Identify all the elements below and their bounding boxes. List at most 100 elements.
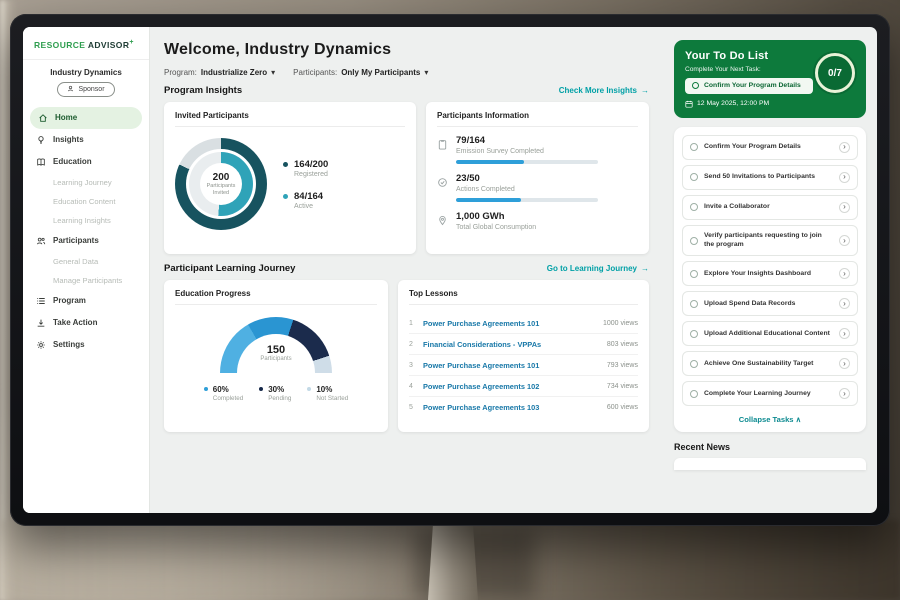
chevron-down-icon: ▾ (271, 68, 275, 77)
task-row-upload-spend-data[interactable]: Upload Spend Data Records › (682, 291, 858, 316)
chevron-right-icon[interactable]: › (839, 388, 850, 399)
sidebar-item-label: Program (53, 296, 86, 305)
todo-summary-card: Your To Do List 0/7 Complete Your Next T… (674, 40, 866, 118)
lesson-title-link[interactable]: Power Purchase Agreements 101 (423, 361, 600, 370)
map-pin-icon (437, 213, 448, 224)
lesson-rank: 3 (409, 362, 416, 369)
lesson-views: 1000 views (603, 320, 638, 327)
list-icon (36, 296, 46, 306)
donut-center-label: Participants Invited (204, 183, 238, 196)
task-row-confirm-program[interactable]: Confirm Your Program Details › (682, 135, 858, 160)
emission-survey-row: 79/164 Emission Survey Completed (437, 135, 638, 164)
chevron-right-icon[interactable]: › (839, 235, 850, 246)
lesson-title-link[interactable]: Financial Considerations - VPPAs (423, 340, 600, 349)
sidebar: RESOURCE ADVISOR+ Industry Dynamics Spon… (23, 27, 150, 513)
legend-label: Pending (268, 395, 291, 402)
task-checkbox-icon[interactable] (690, 143, 698, 151)
task-checkbox-icon[interactable] (690, 330, 698, 338)
sidebar-item-settings[interactable]: Settings (23, 334, 149, 356)
section-title: Program Insights (164, 85, 242, 96)
sidebar-item-education-content[interactable]: Education Content (23, 192, 149, 211)
task-label: Achieve One Sustainability Target (704, 360, 833, 369)
sidebar-item-manage-participants[interactable]: Manage Participants (23, 271, 149, 290)
invited-participants-card: Invited Participants 200 Participants In… (164, 102, 416, 254)
lesson-views: 803 views (607, 341, 638, 348)
page-title: Welcome, Industry Dynamics (164, 41, 649, 59)
sponsor-badge[interactable]: Sponsor (57, 82, 114, 97)
recent-news-card (674, 458, 866, 470)
chevron-right-icon[interactable]: › (839, 268, 850, 279)
link-label: Check More Insights (559, 86, 637, 95)
chevron-down-icon: ▾ (424, 68, 428, 77)
sidebar-item-learning-insights[interactable]: Learning Insights (23, 211, 149, 230)
arrow-right-icon: → (641, 86, 649, 95)
participants-information-card: Participants Information 79/164 Emission… (426, 102, 649, 254)
monitor-stand (428, 524, 478, 600)
chevron-right-icon[interactable]: › (839, 202, 850, 213)
logo-plus: + (129, 39, 134, 46)
task-row-send-invitations[interactable]: Send 50 Invitations to Participants › (682, 165, 858, 190)
info-label: Total Global Consumption (456, 224, 536, 231)
sidebar-item-home[interactable]: Home (30, 107, 142, 129)
go-to-learning-journey-link[interactable]: Go to Learning Journey → (547, 264, 649, 273)
next-task-chip[interactable]: Confirm Your Program Details (685, 78, 813, 94)
lesson-title-link[interactable]: Power Purchase Agreements 102 (423, 382, 600, 391)
sidebar-item-general-data[interactable]: General Data (23, 252, 149, 271)
legend-label: Active (294, 203, 328, 210)
learning-cards-row: Education Progress 150 Participants (164, 280, 649, 432)
link-label: Go to Learning Journey (547, 264, 637, 273)
task-row-explore-insights[interactable]: Explore Your Insights Dashboard › (682, 261, 858, 286)
task-label: Upload Additional Educational Content (704, 330, 833, 339)
check-more-insights-link[interactable]: Check More Insights → (559, 86, 649, 95)
progress-fill (456, 160, 524, 164)
gear-icon (36, 340, 46, 350)
app-logo: RESOURCE ADVISOR+ (23, 39, 149, 60)
program-filter-dropdown[interactable]: Program: Industrialize Zero ▾ (164, 68, 275, 77)
chevron-right-icon[interactable]: › (839, 172, 850, 183)
sidebar-item-participants[interactable]: Participants (23, 230, 149, 252)
participants-filter-dropdown[interactable]: Participants: Only My Participants ▾ (293, 68, 428, 77)
task-checkbox-icon (692, 82, 699, 89)
sidebar-item-program[interactable]: Program (23, 290, 149, 312)
task-checkbox-icon[interactable] (690, 270, 698, 278)
task-checkbox-icon[interactable] (690, 237, 698, 245)
participants-filter-label: Participants: (293, 68, 337, 77)
chevron-right-icon[interactable]: › (839, 328, 850, 339)
sidebar-item-label: Settings (53, 340, 85, 349)
sidebar-item-take-action[interactable]: Take Action (23, 312, 149, 334)
sidebar-item-education[interactable]: Education (23, 151, 149, 173)
lesson-title-link[interactable]: Power Purchase Agreements 101 (423, 319, 596, 328)
chevron-right-icon[interactable]: › (839, 142, 850, 153)
task-row-upload-educational-content[interactable]: Upload Additional Educational Content › (682, 321, 858, 346)
actions-completed-row: 23/50 Actions Completed (437, 173, 638, 202)
task-checkbox-icon[interactable] (690, 203, 698, 211)
sidebar-item-label: Take Action (53, 318, 97, 327)
task-checkbox-icon[interactable] (690, 390, 698, 398)
collapse-tasks-link[interactable]: Collapse Tasks ∧ (682, 411, 858, 428)
legend-value: 10% (316, 385, 348, 394)
task-row-verify-participants[interactable]: Verify participants requesting to join t… (682, 225, 858, 257)
chevron-right-icon[interactable]: › (839, 358, 850, 369)
sidebar-item-label: Insights (53, 135, 84, 144)
card-title: Top Lessons (409, 289, 638, 305)
chevron-right-icon[interactable]: › (839, 298, 850, 309)
legend-value: 60% (213, 385, 243, 394)
task-checkbox-icon[interactable] (690, 300, 698, 308)
emission-progress-bar (456, 160, 598, 164)
task-checkbox-icon[interactable] (690, 360, 698, 368)
lesson-title-link[interactable]: Power Purchase Agreements 103 (423, 403, 600, 412)
task-row-invite-collaborator[interactable]: Invite a Collaborator › (682, 195, 858, 220)
sidebar-item-insights[interactable]: Insights (23, 129, 149, 151)
task-label: Complete Your Learning Journey (704, 390, 833, 399)
task-row-complete-learning-journey[interactable]: Complete Your Learning Journey › (682, 381, 858, 406)
card-title: Participants Information (437, 111, 638, 127)
dashboard-screen: RESOURCE ADVISOR+ Industry Dynamics Spon… (23, 27, 877, 513)
gauge-center-label: Participants (220, 356, 332, 362)
legend-label: Completed (213, 395, 243, 402)
gauge-center-value: 150 (220, 344, 332, 356)
sidebar-item-learning-journey[interactable]: Learning Journey (23, 173, 149, 192)
sidebar-item-label: Education (53, 157, 92, 166)
card-title: Education Progress (175, 289, 377, 305)
task-row-achieve-target[interactable]: Achieve One Sustainability Target › (682, 351, 858, 376)
task-checkbox-icon[interactable] (690, 173, 698, 181)
